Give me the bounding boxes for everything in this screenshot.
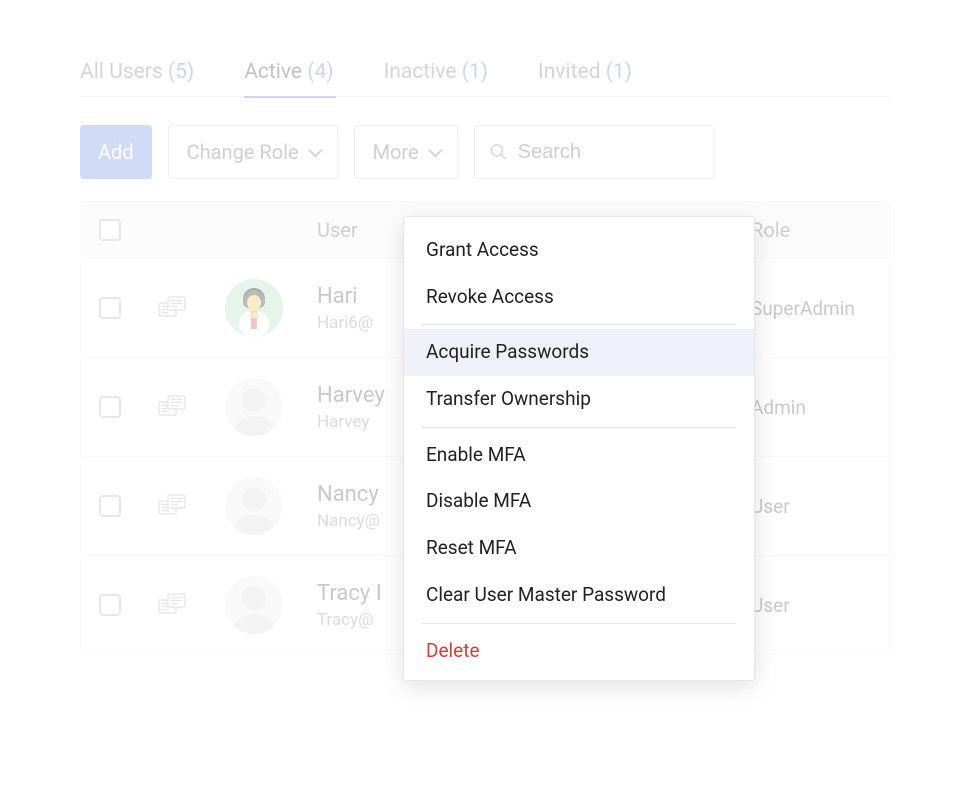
- button-label: Change Role: [187, 140, 299, 164]
- credentials-icon: [157, 294, 195, 322]
- user-role: SuperAdmin: [751, 297, 871, 320]
- row-checkbox[interactable]: [99, 396, 121, 418]
- menu-item-revoke-access[interactable]: Revoke Access: [404, 274, 754, 321]
- menu-item-delete[interactable]: Delete: [404, 628, 754, 675]
- tab-label: Inactive: [384, 60, 457, 84]
- credentials-icon: [157, 492, 195, 520]
- menu-item-transfer-ownership[interactable]: Transfer Ownership: [404, 376, 754, 423]
- tab-label: Invited: [538, 60, 600, 84]
- search-icon: [489, 141, 508, 163]
- select-all-checkbox[interactable]: [99, 219, 121, 241]
- change-role-button[interactable]: Change Role: [168, 125, 338, 179]
- menu-item-clear-master-password[interactable]: Clear User Master Password: [404, 572, 754, 619]
- user-role: User: [751, 495, 871, 518]
- search-field[interactable]: [474, 125, 714, 179]
- chevron-down-icon: [308, 144, 322, 158]
- menu-separator: [422, 623, 736, 624]
- menu-separator: [422, 324, 736, 325]
- toolbar: Add Change Role More: [80, 125, 890, 179]
- user-role: User: [751, 594, 871, 617]
- column-header-role: Role: [751, 218, 871, 242]
- menu-separator: [422, 427, 736, 428]
- avatar: [225, 576, 283, 634]
- avatar: [225, 477, 283, 535]
- menu-item-disable-mfa[interactable]: Disable MFA: [404, 478, 754, 525]
- button-label: More: [373, 140, 419, 164]
- menu-item-enable-mfa[interactable]: Enable MFA: [404, 432, 754, 479]
- credentials-icon: [157, 393, 195, 421]
- tab-count: (5): [168, 60, 194, 84]
- credentials-icon: [157, 591, 195, 619]
- menu-item-reset-mfa[interactable]: Reset MFA: [404, 525, 754, 572]
- row-checkbox[interactable]: [99, 297, 121, 319]
- tab-label: All Users: [80, 60, 163, 84]
- row-checkbox[interactable]: [99, 495, 121, 517]
- tab-invited[interactable]: Invited (1): [538, 60, 632, 84]
- tab-inactive[interactable]: Inactive (1): [384, 60, 488, 84]
- menu-item-grant-access[interactable]: Grant Access: [404, 227, 754, 274]
- avatar: [225, 279, 283, 337]
- menu-item-acquire-passwords[interactable]: Acquire Passwords: [404, 329, 754, 376]
- user-role: Admin: [751, 396, 871, 419]
- tab-count: (4): [307, 60, 333, 84]
- tab-all-users[interactable]: All Users (5): [80, 60, 194, 84]
- add-button[interactable]: Add: [80, 125, 152, 179]
- button-label: Add: [98, 140, 134, 164]
- more-button[interactable]: More: [354, 125, 458, 179]
- avatar: [225, 378, 283, 436]
- search-input[interactable]: [518, 141, 699, 164]
- tab-active[interactable]: Active (4): [244, 60, 333, 84]
- tab-label: Active: [244, 60, 302, 84]
- tab-count: (1): [606, 60, 632, 84]
- chevron-down-icon: [428, 144, 442, 158]
- row-checkbox[interactable]: [99, 594, 121, 616]
- tab-count: (1): [462, 60, 488, 84]
- user-filter-tabs: All Users (5) Active (4) Inactive (1) In…: [80, 60, 890, 97]
- more-menu: Grant Access Revoke Access Acquire Passw…: [403, 216, 755, 681]
